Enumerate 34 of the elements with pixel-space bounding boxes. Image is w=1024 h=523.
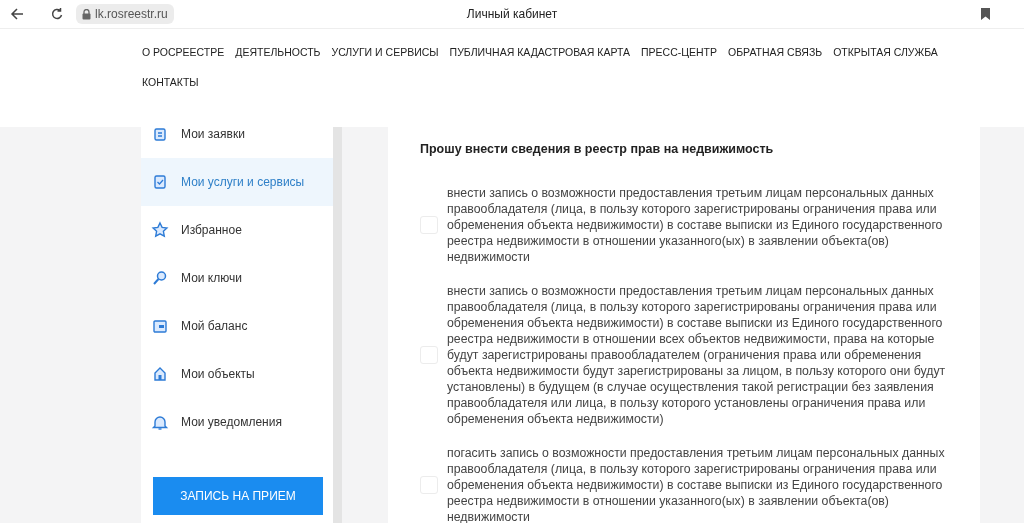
- page-title: Личный кабинет: [466, 6, 558, 23]
- nav-link[interactable]: О РОСРЕЕСТРЕ: [142, 45, 225, 61]
- lock-icon: [82, 8, 91, 20]
- bookmark-icon[interactable]: [981, 8, 990, 20]
- option-text: внести запись о возможности предоставления третьим лицам персональных данных правообладателя (лица, в пользу которого зарегистрированы ограничения права или обременения объекта недвижимости) в составе выписки из Единого государственного реестра недвижимости в отношении всех объектов недвижимости, права на которые будут зарегистрированы правообладателем (ограничения права или обременения объекта недвижимости будут зарегистрированы за лицом, в пользу которого они будут установлены) в будущем (в случае осуществления такой регистрации без заявления правообладателя или лица, в пользу которого установлены ограничения права или обременения объекта недвижимости): [447, 282, 947, 427]
- wallet-icon: [151, 317, 169, 335]
- address-bar[interactable]: lk.rosreestr.ru: [76, 4, 174, 24]
- sidebar-item[interactable]: Мои услуги и сервисы: [141, 158, 333, 206]
- nav-link[interactable]: УСЛУГИ И СЕРВИСЫ: [331, 45, 439, 61]
- sidebar-item[interactable]: Мои ключи: [141, 254, 333, 302]
- nav-link[interactable]: ОБРАТНАЯ СВЯЗЬ: [728, 45, 823, 61]
- sidebar-item[interactable]: Мои заявки: [141, 127, 333, 158]
- star-icon: [151, 221, 169, 239]
- house-icon: [151, 365, 169, 383]
- sidebar-item[interactable]: Мои объекты: [141, 350, 333, 398]
- nav-link[interactable]: ПУБЛИЧНАЯ КАДАСТРОВАЯ КАРТА: [449, 45, 631, 61]
- back-icon[interactable]: [10, 7, 24, 21]
- nav-link[interactable]: ДЕЯТЕЛЬНОСТЬ: [235, 45, 321, 61]
- sidebar-item[interactable]: Мой баланс: [141, 302, 333, 350]
- nav-link[interactable]: ПРЕСС-ЦЕНТР: [641, 45, 718, 61]
- sidebar-item[interactable]: Мои уведомления: [141, 398, 333, 446]
- option-text: погасить запись о возможности предоставления третьим лицам персональных данных правообладателя (лица, в пользу которого зарегистрированы ограничения права или обременения объекта недвижимости) в составе выписки из Единого государственного реестра недвижимости в отношении указанного(ых) в заявлении объекта(ов) недвижимости: [447, 444, 946, 523]
- nav-link[interactable]: ОТКРЫТАЯ СЛУЖБА: [833, 45, 938, 61]
- option-text: внести запись о возможности предоставления третьим лицам персональных данных правообладателя (лица, в пользу которого зарегистрированы ограничения права или обременения объекта недвижимости) в составе выписки из Единого государственного реестра недвижимости в отношении указанного(ых) в заявлении объекта(ов) недвижимости: [447, 184, 944, 265]
- scrollbar-track[interactable]: [333, 127, 342, 523]
- magnifier-icon: [151, 269, 169, 287]
- reload-icon[interactable]: [50, 7, 64, 21]
- sidebar-item[interactable]: Избранное: [141, 206, 333, 254]
- section-heading: Прошу внести сведения в реестр прав на недвижимость: [420, 141, 775, 158]
- document-icon: [151, 127, 169, 143]
- url-text: lk.rosreestr.ru: [95, 6, 168, 23]
- bell-icon: [151, 413, 169, 431]
- checklist-icon: [151, 173, 169, 191]
- nav-link[interactable]: КОНТАКТЫ: [142, 74, 199, 91]
